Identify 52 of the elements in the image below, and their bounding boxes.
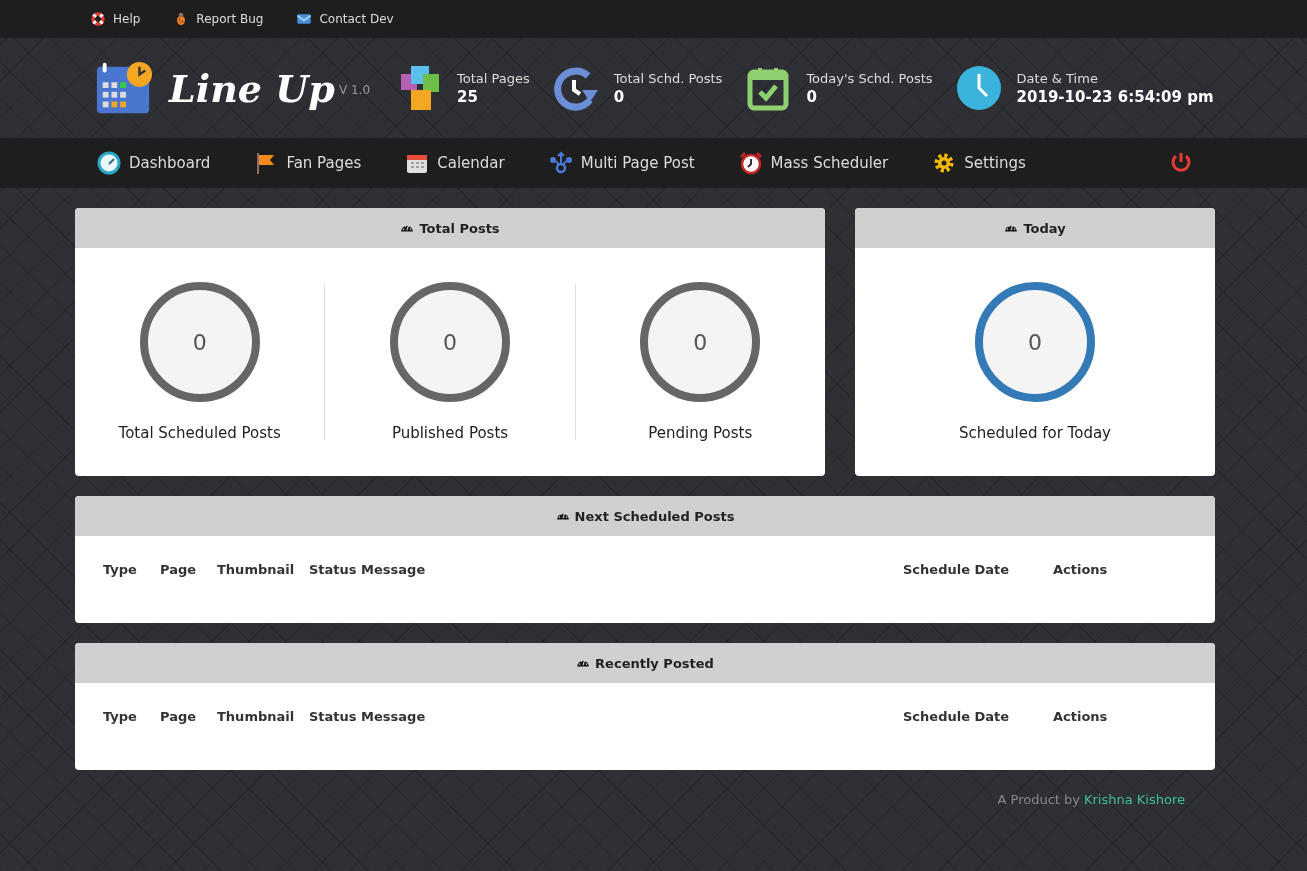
author-link[interactable]: Krishna Kishore bbox=[1084, 792, 1185, 807]
panel-title: Today bbox=[1023, 220, 1066, 236]
stat-label: Total Schd. Posts bbox=[613, 70, 723, 86]
gauge-label: Total Scheduled Posts bbox=[118, 424, 281, 442]
nav-item[interactable]: Fan Pages bbox=[254, 151, 362, 175]
panel-title: Next Scheduled Posts bbox=[574, 508, 735, 524]
stat-label: Today's Schd. Posts bbox=[806, 70, 933, 86]
gauge-ring: 0 bbox=[975, 282, 1095, 402]
gauge-label: Scheduled for Today bbox=[959, 424, 1111, 442]
brand-name: Line Up bbox=[169, 65, 335, 111]
panel-title: Total Posts bbox=[419, 220, 500, 236]
column-header: Actions bbox=[1053, 562, 1109, 577]
speedometer-icon bbox=[97, 151, 121, 175]
column-header: Thumbnail bbox=[217, 562, 296, 577]
column-header: Page bbox=[160, 562, 198, 577]
alarm-clock-icon bbox=[738, 151, 763, 175]
stat-value: 0 bbox=[806, 87, 818, 106]
stat-label: Date & Time bbox=[1016, 70, 1099, 86]
column-header: Type bbox=[103, 709, 138, 724]
network-icon bbox=[548, 151, 573, 175]
gauge-ring: 0 bbox=[390, 282, 510, 402]
column-header: Thumbnail bbox=[217, 709, 296, 724]
credit-text: A Product by bbox=[997, 792, 1080, 807]
nav-item[interactable]: Multi Page Post bbox=[548, 151, 695, 175]
top-link[interactable]: Report Bug bbox=[173, 11, 264, 27]
nav-item[interactable]: Dashboard bbox=[97, 151, 211, 175]
version-label: V 1.0 bbox=[338, 83, 370, 97]
stat-value: 25 bbox=[457, 87, 479, 106]
panel-title: Recently Posted bbox=[595, 655, 714, 671]
nav-item[interactable]: Settings bbox=[932, 151, 1026, 175]
gauge-ring: 0 bbox=[640, 282, 761, 402]
column-header: Page bbox=[160, 709, 198, 724]
column-header: Schedule Date bbox=[903, 562, 1011, 577]
power-icon[interactable] bbox=[1169, 151, 1193, 175]
column-header: Status Message bbox=[309, 709, 427, 724]
top-link[interactable]: Contact Dev bbox=[296, 11, 394, 27]
stat-label: Total Pages bbox=[457, 70, 530, 86]
stat-value: 0 bbox=[613, 87, 626, 106]
lifebuoy-icon bbox=[90, 11, 106, 27]
column-header: Schedule Date bbox=[903, 709, 1011, 724]
top-link[interactable]: Help bbox=[90, 11, 141, 27]
clock-icon bbox=[954, 64, 1003, 112]
column-header: Actions bbox=[1053, 709, 1109, 724]
gauge-label: Published Posts bbox=[391, 424, 509, 442]
gauge-label: Pending Posts bbox=[648, 424, 753, 442]
column-header: Status Message bbox=[309, 562, 427, 577]
nav-item[interactable]: Mass Scheduler bbox=[738, 151, 889, 175]
column-header: Type bbox=[103, 562, 138, 577]
nav-item[interactable]: Calendar bbox=[405, 151, 505, 175]
envelope-icon bbox=[296, 11, 313, 27]
gauge-ring: 0 bbox=[139, 282, 260, 402]
stat-value: 2019-10-23 6:54:09 pm bbox=[1016, 87, 1214, 106]
